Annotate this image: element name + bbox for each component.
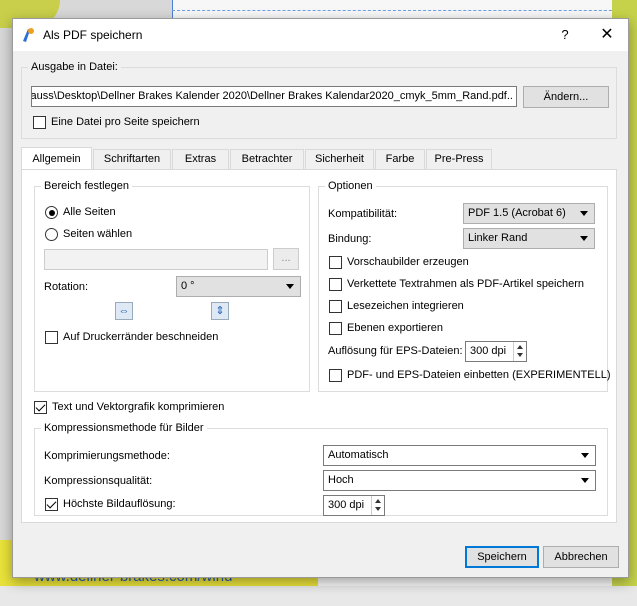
- tab-sicherheit[interactable]: Sicherheit: [305, 149, 374, 169]
- stepper-arrows-icon[interactable]: [513, 342, 526, 361]
- flip-horizontal-icon[interactable]: ⇔: [115, 302, 133, 320]
- title-bar: Als PDF speichern ? ✕: [13, 19, 628, 51]
- one-file-per-page-checkbox[interactable]: [33, 116, 46, 129]
- output-group-label: Ausgabe in Datei:: [28, 61, 121, 73]
- output-path-field[interactable]: ..strauss\Desktop\Dellner Brakes Kalende…: [31, 86, 517, 107]
- eps-resolution-label: Auflösung für EPS-Dateien:: [328, 345, 463, 357]
- background-guide-line-h: [172, 10, 637, 11]
- rotation-value: 0 °: [181, 280, 195, 292]
- compression-quality-select[interactable]: Hoch: [323, 470, 596, 491]
- compatibility-select[interactable]: PDF 1.5 (Acrobat 6): [463, 203, 595, 224]
- flip-vertical-icon[interactable]: ⇕: [211, 302, 229, 320]
- stepper-arrows-icon[interactable]: [371, 496, 384, 515]
- chevron-down-icon: [286, 284, 294, 289]
- crop-to-printer-margins-checkbox[interactable]: [45, 331, 58, 344]
- binding-select[interactable]: Linker Rand: [463, 228, 595, 249]
- select-pages-radio[interactable]: [45, 228, 58, 241]
- eps-resolution-value: 300 dpi: [470, 345, 507, 357]
- compression-method-select[interactable]: Automatisch: [323, 445, 596, 466]
- options-group-label: Optionen: [325, 180, 376, 192]
- tab-pre-press[interactable]: Pre-Press: [426, 149, 492, 169]
- thumbnails-label: Vorschaubilder erzeugen: [347, 256, 469, 268]
- all-pages-radio[interactable]: [45, 206, 58, 219]
- embed-pdf-eps-label: PDF- und EPS-Dateien einbetten (EXPERIME…: [347, 369, 611, 381]
- pages-browse-button[interactable]: ...: [273, 248, 299, 270]
- max-image-resolution-stepper[interactable]: 300 dpi: [323, 495, 385, 516]
- compression-method-label: Komprimierungsmethode:: [44, 450, 170, 462]
- export-layers-label: Ebenen exportieren: [347, 322, 444, 334]
- chevron-down-icon: [580, 211, 588, 216]
- compression-quality-label: Kompressionsqualität:: [44, 475, 153, 487]
- compatibility-value: PDF 1.5 (Acrobat 6): [468, 207, 566, 219]
- chevron-down-icon: [581, 453, 589, 458]
- chevron-down-icon: [581, 478, 589, 483]
- binding-label: Bindung:: [328, 233, 372, 245]
- image-compression-group-label: Kompressionsmethode für Bilder: [41, 422, 207, 434]
- compression-quality-value: Hoch: [328, 474, 354, 486]
- embed-pdf-eps-checkbox[interactable]: [329, 369, 342, 382]
- cancel-button[interactable]: Abbrechen: [543, 546, 619, 568]
- max-image-resolution-label: Höchste Bildauflösung:: [63, 498, 176, 510]
- rotation-label: Rotation:: [44, 281, 89, 293]
- save-as-pdf-dialog: Als PDF speichern ? ✕ Ausgabe in Datei: …: [12, 18, 629, 578]
- crop-to-printer-margins-label: Auf Druckerränder beschneiden: [63, 331, 219, 343]
- one-file-per-page-label: Eine Datei pro Seite speichern: [51, 116, 200, 128]
- compress-text-checkbox[interactable]: [34, 401, 47, 414]
- compress-text-label: Text und Vektorgrafik komprimieren: [52, 401, 225, 413]
- tab-panel-allgemein: Bereich festlegen Alle Seiten Seiten wäh…: [21, 169, 617, 523]
- background-bottom: [0, 586, 637, 606]
- save-button[interactable]: Speichern: [465, 546, 539, 568]
- binding-value: Linker Rand: [468, 232, 528, 244]
- article-threads-checkbox[interactable]: [329, 278, 342, 291]
- max-image-resolution-checkbox[interactable]: [45, 498, 58, 511]
- close-button[interactable]: ✕: [587, 24, 627, 46]
- dialog-title: Als PDF speichern: [43, 28, 143, 42]
- max-image-resolution-value: 300 dpi: [328, 499, 365, 511]
- pages-input[interactable]: [44, 249, 268, 270]
- tab-schriftarten[interactable]: Schriftarten: [93, 149, 171, 169]
- chevron-down-icon: [580, 236, 588, 241]
- change-button[interactable]: Ändern...: [523, 86, 609, 108]
- all-pages-label: Alle Seiten: [63, 206, 116, 218]
- bookmarks-checkbox[interactable]: [329, 300, 342, 313]
- compression-method-value: Automatisch: [328, 449, 389, 461]
- thumbnails-checkbox[interactable]: [329, 256, 342, 269]
- tab-extras[interactable]: Extras: [172, 149, 229, 169]
- bookmarks-label: Lesezeichen integrieren: [347, 300, 464, 312]
- range-group-label: Bereich festlegen: [41, 180, 132, 192]
- compatibility-label: Kompatibilität:: [328, 208, 398, 220]
- select-pages-label: Seiten wählen: [63, 228, 133, 240]
- eps-resolution-stepper[interactable]: 300 dpi: [465, 341, 527, 362]
- tab-betrachter[interactable]: Betrachter: [230, 149, 304, 169]
- tab-allgemein[interactable]: Allgemein: [21, 147, 92, 169]
- export-layers-checkbox[interactable]: [329, 322, 342, 335]
- help-button[interactable]: ?: [545, 24, 585, 46]
- rotation-select[interactable]: 0 °: [176, 276, 301, 297]
- app-icon: [23, 28, 34, 42]
- article-threads-label: Verkettete Textrahmen als PDF-Artikel sp…: [347, 278, 585, 290]
- tab-farbe[interactable]: Farbe: [375, 149, 425, 169]
